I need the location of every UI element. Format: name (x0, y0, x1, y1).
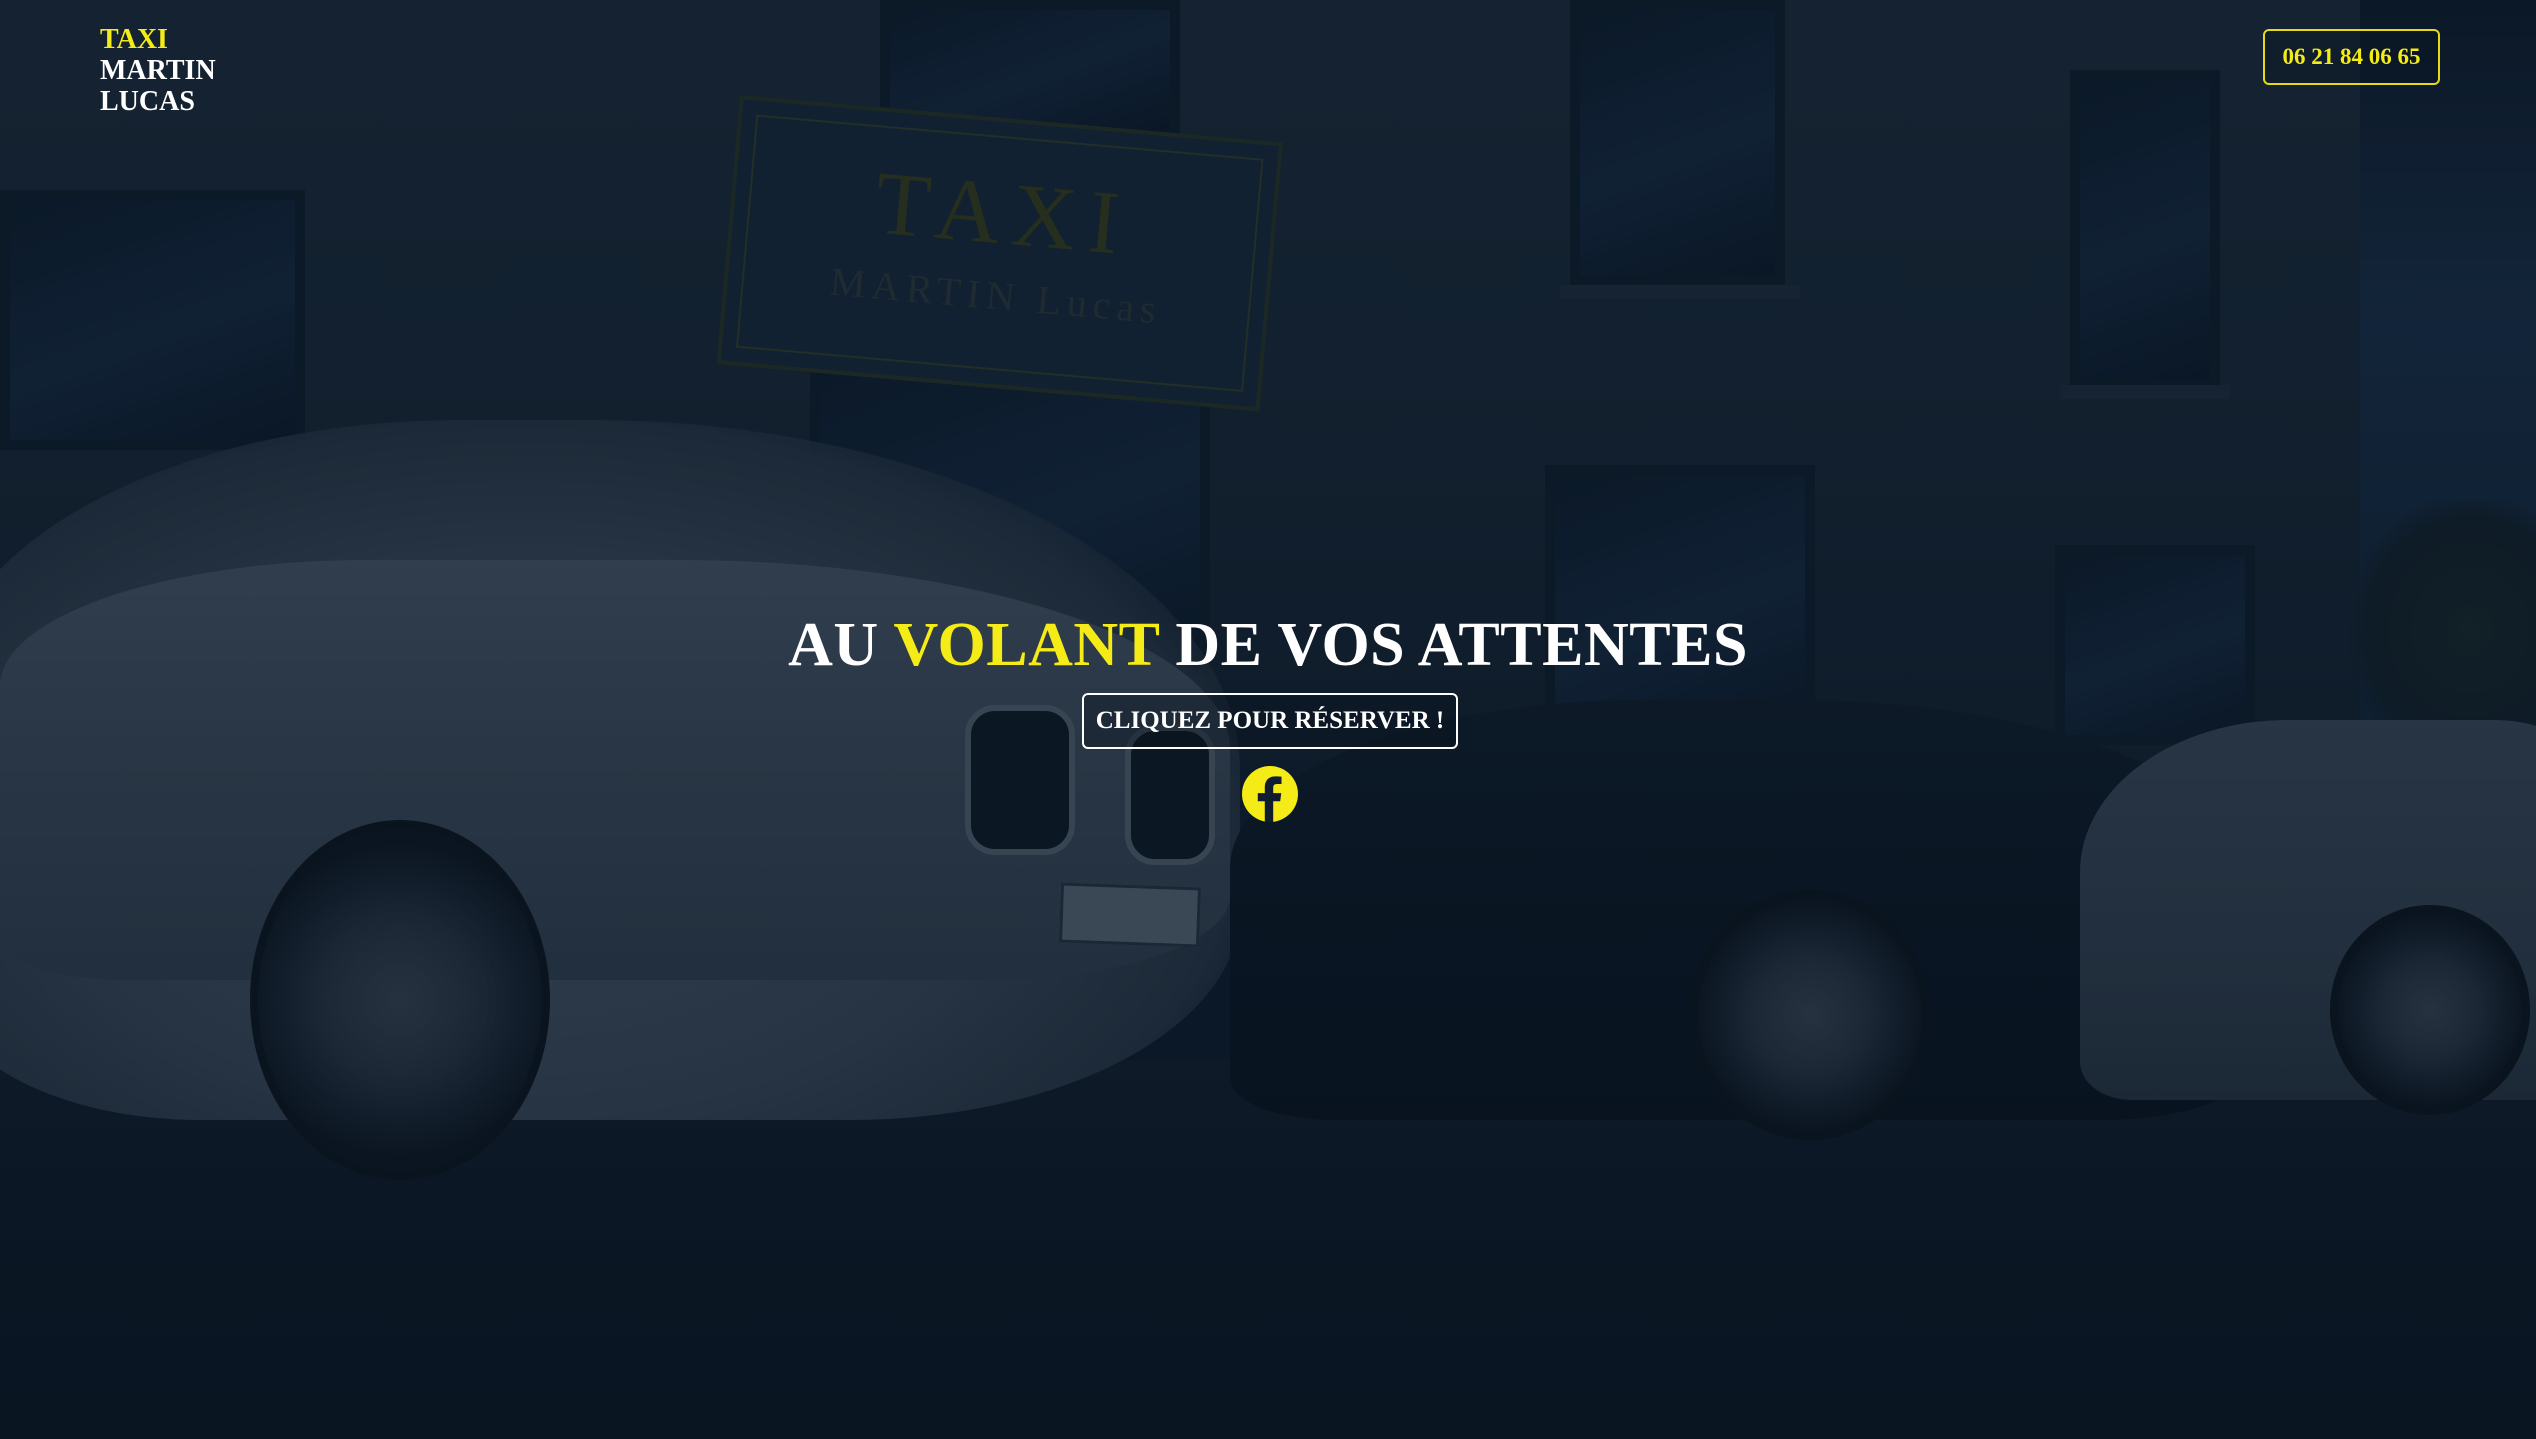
facebook-icon (1242, 766, 1298, 822)
hero-section: TAXI MARTIN Lucas TAXI MARTIN LUCAS 06 2… (0, 0, 2536, 1439)
hero-headline: AU VOLANT DE VOS ATTENTES (0, 610, 2536, 681)
brand-logo[interactable]: TAXI MARTIN LUCAS (100, 24, 216, 117)
brand-line-lucas: LUCAS (100, 86, 195, 117)
booking-button[interactable]: CLIQUEZ POUR RÉSERVER ! (1082, 693, 1458, 749)
brand-line-taxi: TAXI (100, 24, 168, 55)
phone-button[interactable]: 06 21 84 06 65 (2263, 29, 2440, 85)
facebook-link[interactable] (1242, 766, 1298, 822)
headline-part-2: DE VOS ATTENTES (1159, 611, 1748, 679)
brand-line-martin: MARTIN (100, 55, 216, 86)
headline-accent: VOLANT (893, 611, 1160, 679)
headline-part-1: AU (788, 611, 894, 679)
